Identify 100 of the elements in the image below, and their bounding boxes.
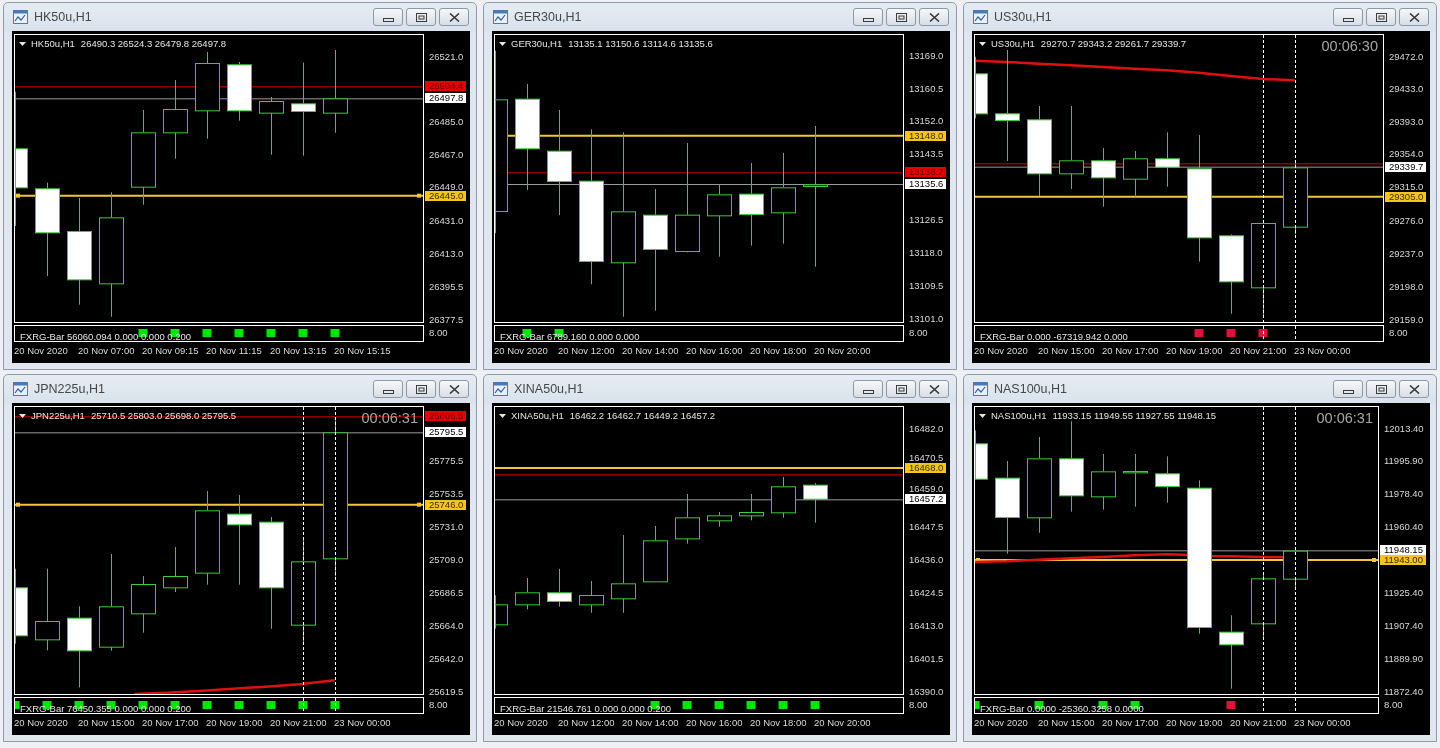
horizontal-line[interactable]: [15, 193, 423, 198]
window-title: GER30u,H1: [514, 10, 582, 24]
price-scale-label: 25686.5: [429, 588, 464, 599]
horizontal-line[interactable]: [507, 134, 903, 137]
candlestick: [259, 96, 284, 156]
minimize-button[interactable]: [1333, 8, 1363, 26]
price-scale-label: 25775.5: [429, 456, 464, 467]
price-scale-label: 16482.0: [909, 423, 944, 434]
price-tag: 25806.5: [425, 411, 467, 422]
price-scale-label: 13126.5: [909, 215, 944, 226]
candlestick: [675, 493, 700, 545]
candlestick: [495, 594, 508, 630]
candlestick: [163, 546, 188, 593]
price-scale-label: 16401.5: [909, 654, 944, 665]
time-label: 20 Nov 16:00: [686, 717, 743, 728]
price-scale-label: 25642.0: [429, 654, 464, 665]
close-button[interactable]: [919, 8, 949, 26]
indicator-scale-label: 8.00: [429, 328, 448, 339]
restore-icon: [1375, 384, 1387, 394]
time-label: 20 Nov 15:00: [1038, 345, 1095, 356]
indicator-values: FXRG-Bar 21546.761 0.000 0.000 0.200: [500, 702, 672, 716]
ohlc-values: 26490.3 26524.3 26479.8 26497.8: [80, 38, 227, 49]
candlestick: [1155, 131, 1180, 188]
restore-button[interactable]: [406, 380, 436, 398]
price-scale-label: 11978.40: [1384, 489, 1423, 500]
time-label: 20 Nov 2020: [974, 717, 1028, 728]
time-label: 20 Nov 07:00: [78, 345, 135, 356]
price-tag: 13148.0: [905, 130, 947, 141]
dropdown-arrow-icon[interactable]: [499, 41, 506, 46]
close-button[interactable]: [1399, 380, 1429, 398]
price-scale-label: 26485.0: [429, 117, 464, 128]
horizontal-line[interactable]: [15, 502, 423, 507]
time-label: 20 Nov 2020: [974, 345, 1028, 356]
candlestick: [803, 482, 828, 524]
minimize-button[interactable]: [1333, 380, 1363, 398]
candlestick: [131, 575, 156, 634]
price-tag: 25795.5: [425, 427, 467, 438]
indicator-values: FXRG-Bar 56060.094 0.000 0.000 0.200: [20, 330, 192, 344]
minimize-button[interactable]: [373, 380, 403, 398]
time-label: 23 Nov 00:00: [334, 717, 391, 728]
restore-button[interactable]: [406, 8, 436, 26]
dropdown-arrow-icon[interactable]: [979, 41, 986, 46]
time-label: 20 Nov 14:00: [622, 717, 679, 728]
candlestick: [1155, 455, 1180, 504]
price-scale-label: 29315.0: [1389, 181, 1424, 192]
time-label: 20 Nov 12:00: [558, 717, 615, 728]
price-scale-label: 29472.0: [1389, 51, 1424, 62]
dropdown-arrow-icon[interactable]: [979, 413, 986, 418]
time-label: 20 Nov 13:15: [270, 345, 327, 356]
close-button[interactable]: [439, 380, 469, 398]
chart-symbol-label: NAS100u,H1: [991, 410, 1047, 421]
ohlc-values: 13135.1 13150.6 13114.6 13135.6: [568, 38, 713, 49]
minimize-button[interactable]: [373, 8, 403, 26]
ohlc-values: 29270.7 29343.2 29261.7 29339.7: [1040, 38, 1187, 49]
price-tag: 26504.4: [425, 81, 467, 92]
price-scale-label: 26449.0: [429, 181, 464, 192]
price-scale-label: 11872.40: [1384, 687, 1423, 698]
price-tag: 26445.0: [425, 190, 467, 201]
close-button[interactable]: [439, 8, 469, 26]
time-label: 20 Nov 15:00: [78, 717, 135, 728]
minimize-button[interactable]: [853, 8, 883, 26]
candlestick: [227, 61, 252, 122]
time-label: 20 Nov 17:00: [1102, 345, 1159, 356]
restore-button[interactable]: [1366, 380, 1396, 398]
candlestick: [771, 476, 796, 519]
indicator-scale-label: 8.00: [909, 328, 928, 339]
chart-window-icon: [13, 382, 28, 396]
restore-button[interactable]: [1366, 8, 1396, 26]
price-scale-label: 11889.90: [1384, 654, 1423, 665]
window-title: HK50u,H1: [34, 10, 92, 24]
close-button[interactable]: [919, 380, 949, 398]
horizontal-line[interactable]: [975, 195, 1383, 198]
dropdown-arrow-icon[interactable]: [499, 413, 506, 418]
time-label: 20 Nov 2020: [14, 345, 68, 356]
price-scale-label: 11995.90: [1384, 456, 1423, 467]
close-button[interactable]: [1399, 8, 1429, 26]
chart-window-icon: [13, 10, 28, 24]
restore-button[interactable]: [886, 8, 916, 26]
price-scale-label: 13118.0: [909, 248, 943, 259]
chart-window-icon: [973, 10, 988, 24]
window-title: XINA50u,H1: [514, 382, 584, 396]
time-label: 20 Nov 21:00: [270, 717, 327, 728]
time-label: 20 Nov 20:00: [814, 345, 871, 356]
dropdown-arrow-icon[interactable]: [19, 413, 26, 418]
restore-icon: [1375, 12, 1387, 22]
time-label: 20 Nov 16:00: [686, 345, 743, 356]
restore-icon: [415, 12, 427, 22]
minimize-button[interactable]: [853, 380, 883, 398]
chart-symbol-label: XINA50u,H1: [511, 410, 564, 421]
time-label: 20 Nov 18:00: [750, 717, 807, 728]
minimize-icon: [1342, 389, 1354, 394]
candlestick: [515, 577, 540, 610]
restore-button[interactable]: [886, 380, 916, 398]
dropdown-arrow-icon[interactable]: [19, 41, 26, 46]
minimize-icon: [862, 389, 874, 394]
chart-window-icon: [493, 10, 508, 24]
ohlc-values: 16462.2 16462.7 16449.2 16457.2: [569, 410, 716, 421]
price-scale-label: 25664.0: [429, 621, 464, 632]
time-label: 20 Nov 17:00: [1102, 717, 1159, 728]
price-tag: 29305.0: [1385, 191, 1427, 202]
